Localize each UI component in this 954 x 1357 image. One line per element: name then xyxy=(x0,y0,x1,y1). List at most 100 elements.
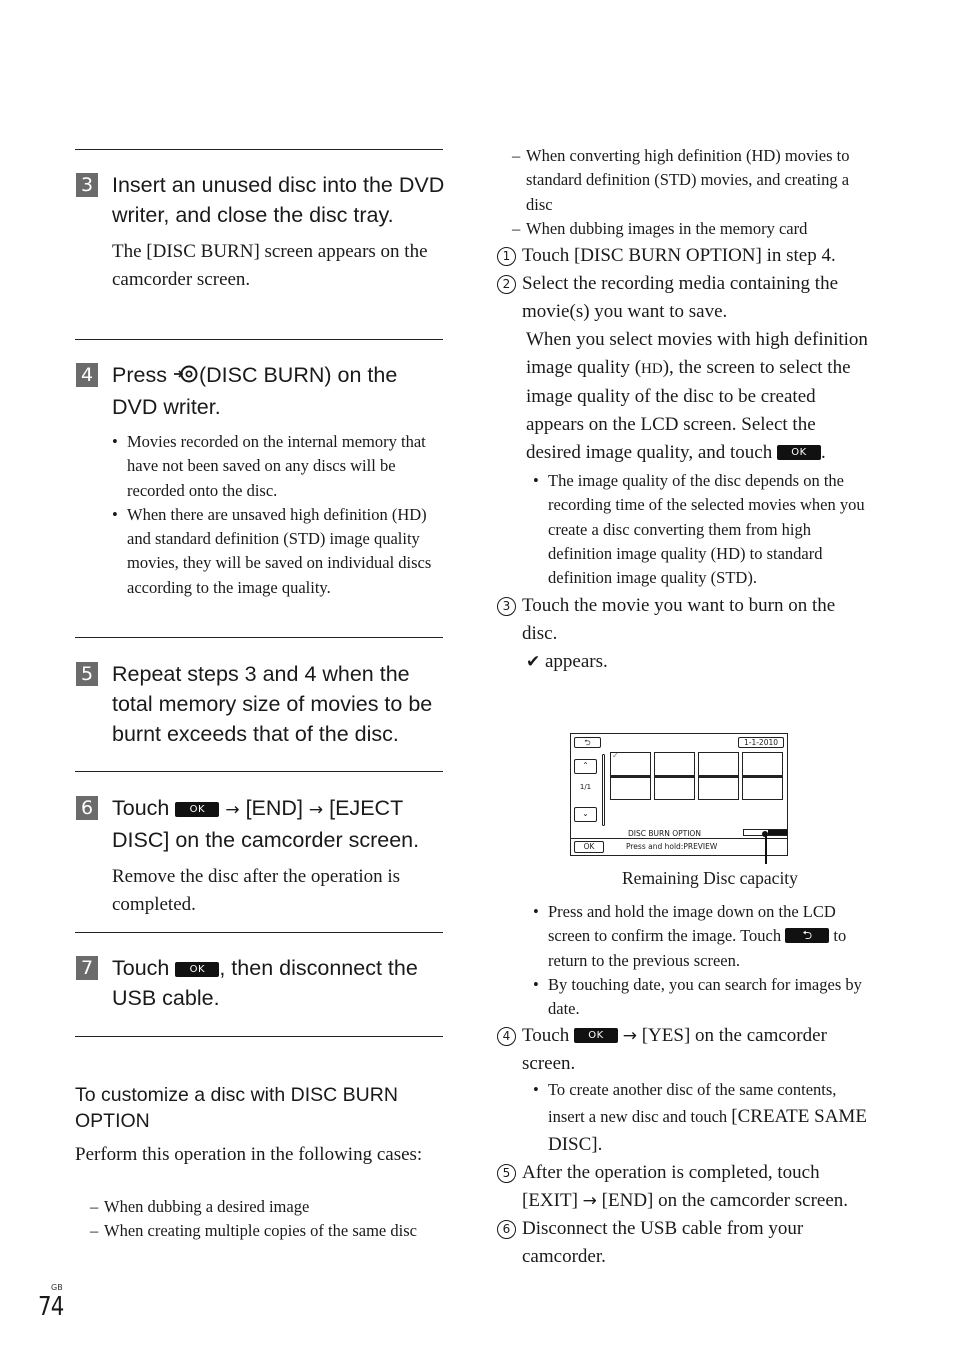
substep-text: Select the recording media containing th… xyxy=(522,273,839,322)
thumbnail xyxy=(610,776,651,800)
back-button-icon: ⮌ xyxy=(785,928,830,944)
divider xyxy=(75,771,443,772)
step-number: 3 xyxy=(76,173,98,197)
substep-detail: ✔ appears. xyxy=(497,648,872,676)
step-title: Repeat steps 3 and 4 when the total memo… xyxy=(112,662,433,746)
step-title-mid: [END] xyxy=(245,796,303,820)
bullet-list: To create another disc of the same conte… xyxy=(497,1078,872,1158)
substep-text: Disconnect the USB cable from your camco… xyxy=(522,1217,804,1267)
substep-text: [END] on the camcorder screen. xyxy=(601,1189,849,1211)
arrow-icon: → xyxy=(308,800,324,820)
list-item: When dubbing images in the memory card xyxy=(512,217,862,242)
list-item: By touching date, you can search for ima… xyxy=(533,973,872,1022)
step-body: Remove the disc after the operation is c… xyxy=(112,866,401,915)
thumbnail xyxy=(742,752,783,776)
step-title: Press (DISC BURN) on the DVD writer. xyxy=(112,360,446,422)
list-item: When creating multiple copies of the sam… xyxy=(90,1219,430,1244)
list-item: When there are unsaved high definition (… xyxy=(112,503,446,600)
substep-text: Touch [DISC BURN OPTION] in step 4. xyxy=(522,245,836,266)
page-indicator: 1/1 xyxy=(579,783,592,791)
substep-1: 1 Touch [DISC BURN OPTION] in step 4. xyxy=(497,242,872,270)
step-4: 4 Press (DISC BURN) on the DVD writer. M… xyxy=(76,360,446,600)
step-3: 3 Insert an unused disc into the DVD wri… xyxy=(76,170,446,294)
step-number: 6 xyxy=(76,796,98,820)
bullet-list: Movies recorded on the internal memory t… xyxy=(112,430,446,600)
divider xyxy=(75,149,443,150)
check-icon: ✔ xyxy=(526,652,541,673)
lcd-screen-illustration: ⮌ 1-1-2010 ⌃ 1/1 ⌄ ✓ DISC BURN OPTION OK… xyxy=(570,733,788,856)
list-item: To create another disc of the same conte… xyxy=(533,1078,872,1158)
substep-text: Touch the movie you want to burn on the … xyxy=(522,595,836,645)
step-title-prefix: Press xyxy=(112,363,167,387)
step-body: The [DISC BURN] screen appears on the ca… xyxy=(112,241,428,290)
scroll-down-button: ⌄ xyxy=(574,807,597,822)
circled-number: 2 xyxy=(497,275,516,294)
circled-number: 3 xyxy=(497,597,516,617)
substep-4: 4 Touch OK → [YES] on the camcorder scre… xyxy=(497,1022,872,1078)
step-title: Touch OK, then disconnect the USB cable. xyxy=(112,953,446,1013)
step-6: 6 Touch OK → [END] → [EJECT DISC] on the… xyxy=(76,793,446,919)
circled-number: 5 xyxy=(497,1163,516,1183)
check-icon: ✓ xyxy=(612,751,619,760)
list-item: The image quality of the disc depends on… xyxy=(533,469,872,590)
figure-caption: Remaining Disc capacity xyxy=(622,868,798,888)
step-title-prefix: Touch xyxy=(112,796,170,820)
step-5: 5 Repeat steps 3 and 4 when the total me… xyxy=(76,659,446,749)
arrow-icon: → xyxy=(225,800,240,820)
page-number: 74 xyxy=(38,1292,64,1322)
substep-detail: When you select movies with high definit… xyxy=(497,326,872,467)
thumbnail-grid: ✓ xyxy=(610,751,783,800)
divider xyxy=(75,932,443,933)
detail-text: . xyxy=(820,442,826,463)
divider xyxy=(75,339,443,340)
substep-text: Touch xyxy=(522,1025,570,1047)
disc-burn-option-label: DISC BURN OPTION xyxy=(628,829,701,838)
list-item: Press and hold the image down on the LCD… xyxy=(533,900,872,973)
circled-number: 1 xyxy=(497,247,516,266)
detail-text: appears. xyxy=(545,651,608,673)
preview-hint: Press and hold:PREVIEW xyxy=(626,842,718,851)
thumbnail: ✓ xyxy=(610,751,651,776)
arrow-icon: → xyxy=(622,1026,637,1047)
case-list-continued: When converting high definition (HD) mov… xyxy=(512,144,862,241)
bullet-list: The image quality of the disc depends on… xyxy=(497,469,872,590)
substep-2: 2 Select the recording media containing … xyxy=(497,270,872,326)
step-number: 5 xyxy=(76,662,98,686)
step-7: 7 Touch OK, then disconnect the USB cabl… xyxy=(76,953,446,1013)
substep-6: 6 Disconnect the USB cable from your cam… xyxy=(497,1215,872,1271)
scroll-up-button: ⌃ xyxy=(574,759,597,774)
page-language: GB xyxy=(51,1283,63,1292)
arrow-icon: → xyxy=(582,1190,597,1211)
ok-button-icon: OK xyxy=(776,445,821,460)
back-icon: ⮌ xyxy=(574,737,601,748)
thumbnail xyxy=(654,776,695,800)
disc-burn-icon xyxy=(173,362,199,392)
thumbnail xyxy=(698,776,739,800)
divider xyxy=(571,838,787,839)
date-button: 1-1-2010 xyxy=(738,737,784,748)
step-title: Insert an unused disc into the DVD write… xyxy=(112,173,445,227)
substep-5: 5 After the operation is completed, touc… xyxy=(497,1159,872,1215)
ok-button-icon: OK xyxy=(573,1028,618,1044)
section-heading: To customize a disc with DISC BURN OPTIO… xyxy=(75,1084,398,1132)
substeps-continued: Press and hold the image down on the LCD… xyxy=(497,900,872,1271)
case-list: When dubbing a desired image When creati… xyxy=(90,1195,430,1244)
disc-capacity-fill xyxy=(767,830,787,835)
step-number: 7 xyxy=(76,956,98,980)
divider xyxy=(75,1036,443,1037)
scrollbar xyxy=(602,754,605,826)
circled-number: 6 xyxy=(497,1219,516,1239)
section-intro: Perform this operation in the following … xyxy=(75,1144,423,1165)
hd-label: HD xyxy=(641,361,663,377)
list-item: Movies recorded on the internal memory t… xyxy=(112,430,446,503)
bullet-list: Press and hold the image down on the LCD… xyxy=(497,900,872,1021)
step-number: 4 xyxy=(76,363,98,387)
list-item: When converting high definition (HD) mov… xyxy=(512,144,862,217)
thumbnail xyxy=(698,752,739,776)
thumbnail xyxy=(742,776,783,800)
list-item: When dubbing a desired image xyxy=(90,1195,430,1220)
ok-button-icon: OK xyxy=(175,802,220,817)
substeps: 1 Touch [DISC BURN OPTION] in step 4. 2 … xyxy=(497,242,872,676)
circled-number: 4 xyxy=(497,1027,516,1047)
divider xyxy=(75,637,443,638)
